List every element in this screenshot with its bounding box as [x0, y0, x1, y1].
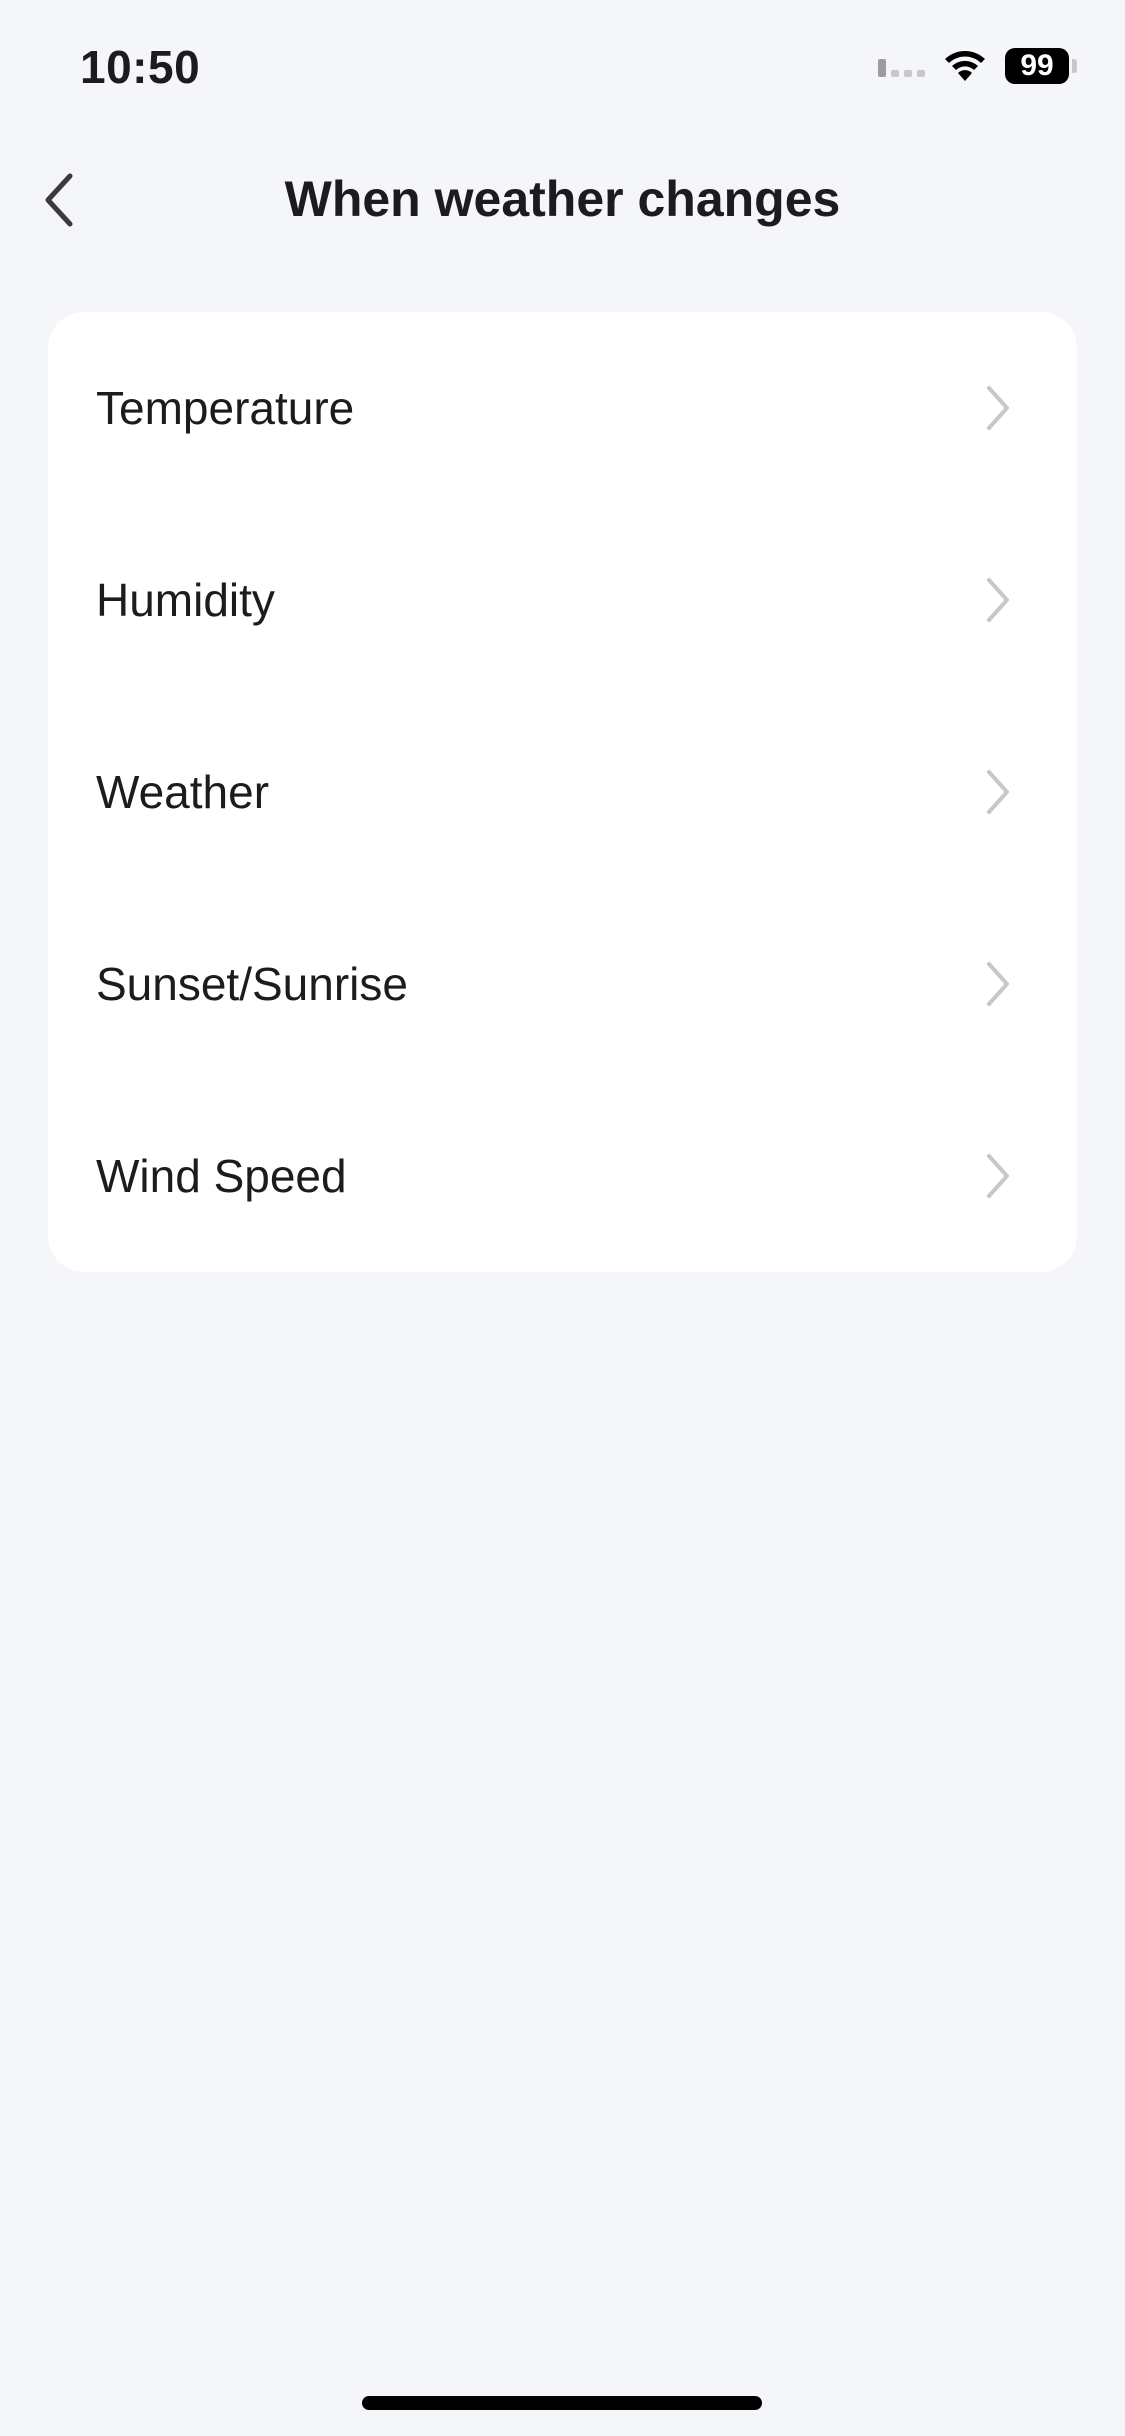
nav-bar: When weather changes [0, 140, 1125, 260]
chevron-right-icon [987, 578, 1009, 622]
cellular-signal-icon [878, 55, 925, 77]
weather-condition-list: Temperature Humidity Weather Sunset/Sunr… [48, 312, 1077, 1272]
chevron-right-icon [987, 962, 1009, 1006]
screen: 10:50 99 When weather changes Temperatur… [0, 0, 1125, 2436]
list-item-label: Temperature [96, 382, 355, 434]
chevron-right-icon [987, 1154, 1009, 1198]
battery-level: 99 [1005, 48, 1069, 84]
status-icons: 99 [878, 48, 1077, 84]
chevron-right-icon [987, 770, 1009, 814]
list-item-label: Sunset/Sunrise [96, 958, 408, 1010]
list-item-label: Weather [96, 766, 270, 818]
list-item-label: Humidity [96, 574, 275, 626]
chevron-right-icon [987, 386, 1009, 430]
home-indicator[interactable] [362, 2396, 762, 2410]
status-time: 10:50 [80, 41, 201, 93]
wifi-icon [943, 49, 987, 83]
list-item-humidity[interactable]: Humidity [48, 504, 1077, 696]
battery-icon: 99 [1005, 48, 1077, 84]
list-item-wind-speed[interactable]: Wind Speed [48, 1080, 1077, 1272]
page-title: When weather changes [284, 171, 841, 227]
list-item-label: Wind Speed [96, 1150, 347, 1202]
list-item-weather[interactable]: Weather [48, 696, 1077, 888]
list-item-sunset-sunrise[interactable]: Sunset/Sunrise [48, 888, 1077, 1080]
status-bar: 10:50 99 [0, 0, 1125, 140]
list-item-temperature[interactable]: Temperature [48, 312, 1077, 504]
